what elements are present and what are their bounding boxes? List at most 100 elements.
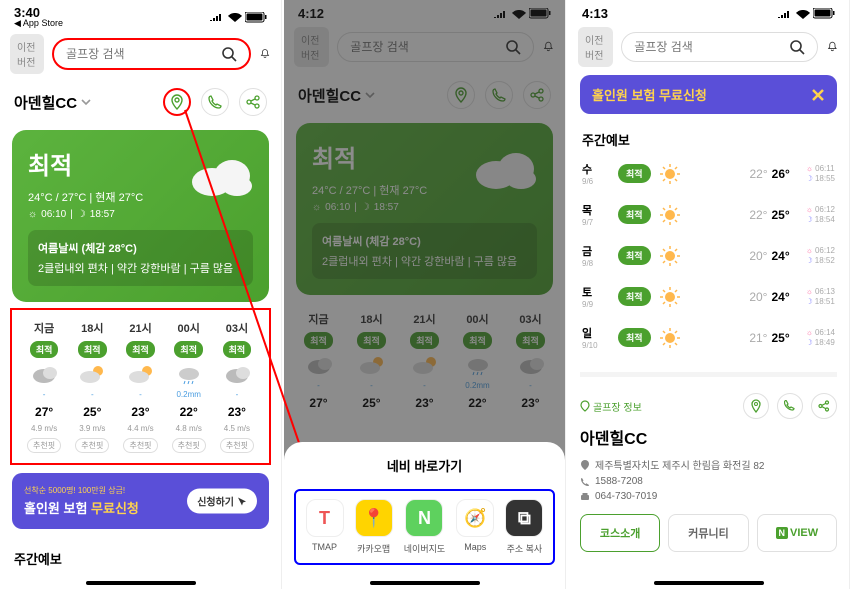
sunrise-time: ☼06:12	[806, 205, 835, 214]
app-store-back[interactable]: ◀ App Store	[14, 19, 63, 28]
weekly-item[interactable]: 금9/8 최적 20°24° ☼06:12☽18:52	[568, 235, 849, 276]
weekly-lo: 20°	[749, 290, 767, 304]
hourly-badge: 최적	[126, 341, 155, 358]
promo-apply-button[interactable]: 신청하기	[187, 489, 257, 514]
bell-icon[interactable]	[826, 36, 839, 58]
tab-course-intro[interactable]: 코스소개	[580, 514, 660, 552]
nav-app-icon: ⧉	[505, 499, 543, 537]
weather-sun-times: ☼06:10|☽18:57	[28, 209, 253, 220]
search-box[interactable]	[52, 38, 251, 70]
weekly-item[interactable]: 일9/10 최적 21°25° ☼06:14☽18:49	[568, 317, 849, 358]
promo-banner[interactable]: 선착순 5000명! 100만원 상금! 홀인원 보험 무료신청 신청하기	[12, 473, 269, 529]
cloud-icon	[187, 150, 257, 200]
sunset-time: ☽18:49	[806, 338, 835, 347]
location-button[interactable]	[163, 88, 191, 116]
hourly-item[interactable]: 지금 최적 - 27° 4.9 m/s추천핏	[20, 320, 68, 453]
weekly-forecast-title: 주간예보	[568, 118, 849, 153]
nav-app-label: Maps	[464, 542, 486, 552]
home-indicator[interactable]	[86, 581, 196, 585]
weekly-lo: 20°	[749, 249, 767, 263]
search-box[interactable]	[621, 32, 818, 62]
hourly-rain: -	[43, 390, 46, 400]
hourly-rec[interactable]: 추천핏	[220, 438, 254, 453]
info-label: 골프장 정보	[580, 399, 642, 414]
pin-icon	[170, 94, 184, 110]
hourly-rec[interactable]: 추천핏	[172, 438, 206, 453]
share-button[interactable]	[811, 393, 837, 419]
weekly-lo: 21°	[749, 331, 767, 345]
phone-icon	[580, 477, 590, 487]
hourly-item[interactable]: 18시 최적 - 25° 3.9 m/s추천핏	[68, 320, 116, 453]
search-input[interactable]	[66, 47, 221, 61]
call-button[interactable]	[201, 88, 229, 116]
hourly-temp: 23°	[131, 405, 149, 419]
call-button[interactable]	[777, 393, 803, 419]
share-icon	[246, 95, 260, 109]
sunset-time: ☽18:55	[806, 174, 835, 183]
hourly-item[interactable]: 03시 최적 - 23° 4.5 m/s추천핏	[213, 320, 261, 453]
weekly-dow: 목	[582, 202, 610, 218]
nav-app-Maps[interactable]: 🧭Maps	[456, 499, 494, 555]
weekly-dow: 일	[582, 325, 610, 341]
sunrise-time: ☼06:14	[806, 328, 835, 337]
share-button[interactable]	[239, 88, 267, 116]
hourly-wind: 4.8 m/s	[176, 424, 202, 433]
tab-community[interactable]: 커뮤니티	[668, 514, 748, 552]
hourly-rain: -	[91, 390, 94, 400]
nav-app-주소 복사[interactable]: ⧉ 주소 복사	[505, 499, 543, 555]
weekly-badge: 최적	[618, 328, 651, 347]
nav-app-label: 주소 복사	[507, 542, 543, 555]
nav-app-카카오맵[interactable]: 📍카카오맵	[355, 499, 393, 555]
weekly-lo: 22°	[749, 167, 767, 181]
prev-version-button[interactable]: 이전버전	[578, 27, 613, 67]
hourly-forecast: 지금 최적 - 27° 4.9 m/s추천핏 18시 최적 - 25° 3.9 …	[12, 310, 269, 463]
hourly-rec[interactable]: 추천핏	[75, 438, 109, 453]
weekly-dow: 토	[582, 284, 610, 300]
sheet-title: 네비 바로가기	[294, 456, 555, 475]
nav-app-네이버지도[interactable]: N네이버지도	[404, 499, 445, 555]
nav-app-icon: T	[306, 499, 344, 537]
bell-icon[interactable]	[259, 43, 271, 65]
weekly-badge: 최적	[618, 287, 651, 306]
prev-version-button[interactable]: 이전버전	[10, 34, 44, 74]
hourly-rec[interactable]: 추천핏	[27, 438, 61, 453]
pin-icon	[750, 399, 762, 413]
weekly-item[interactable]: 목9/7 최적 22°25° ☼06:12☽18:54	[568, 194, 849, 235]
hourly-badge: 최적	[223, 341, 252, 358]
hourly-badge: 최적	[174, 341, 203, 358]
info-phone2[interactable]: 064-730-7019	[580, 491, 837, 502]
search-icon	[221, 46, 237, 62]
hourly-temp: 22°	[180, 405, 198, 419]
location-button[interactable]	[743, 393, 769, 419]
hourly-time: 지금	[34, 320, 54, 336]
hourly-item[interactable]: 00시 최적 0.2mm 22° 4.8 m/s추천핏	[165, 320, 213, 453]
hourly-rec[interactable]: 추천핏	[123, 438, 157, 453]
weekly-item[interactable]: 수9/6 최적 22°26° ☼06:11☽18:55	[568, 153, 849, 194]
nav-apps-row: T TMAP 📍카카오맵 N네이버지도 🧭Maps ⧉ 주소 복사	[300, 499, 549, 555]
share-icon	[818, 400, 830, 412]
weekly-hi: 24°	[771, 290, 789, 304]
promo-banner-top[interactable]: 홀인원 보험 무료신청	[580, 75, 837, 114]
status-bar: 3:40 ◀ App Store	[0, 0, 281, 30]
weather-icon	[78, 363, 106, 385]
header: 이전버전	[0, 30, 281, 78]
weather-icon	[127, 363, 155, 385]
info-phone1[interactable]: 1588-7208	[580, 476, 837, 487]
home-indicator[interactable]	[370, 581, 480, 585]
home-indicator[interactable]	[654, 581, 764, 585]
weekly-item[interactable]: 토9/9 최적 20°24° ☼06:13☽18:51	[568, 276, 849, 317]
hourly-wind: 4.5 m/s	[224, 424, 250, 433]
chevron-down-icon	[81, 98, 91, 106]
hourly-temp: 25°	[83, 405, 101, 419]
close-icon[interactable]	[811, 88, 825, 102]
pin-icon	[580, 459, 590, 471]
hourly-item[interactable]: 21시 최적 - 23° 4.4 m/s추천핏	[116, 320, 164, 453]
weekly-hi: 24°	[771, 249, 789, 263]
nav-app-TMAP[interactable]: T TMAP	[306, 499, 344, 555]
nav-app-label: TMAP	[312, 542, 337, 552]
screen-1: 3:40 ◀ App Store 이전버전 아덴힐CC	[0, 0, 282, 589]
course-selector[interactable]: 아덴힐CC	[14, 92, 91, 113]
nav-app-icon: 📍	[355, 499, 393, 537]
tab-nview[interactable]: NVIEW	[757, 514, 837, 552]
search-input[interactable]	[634, 40, 789, 54]
